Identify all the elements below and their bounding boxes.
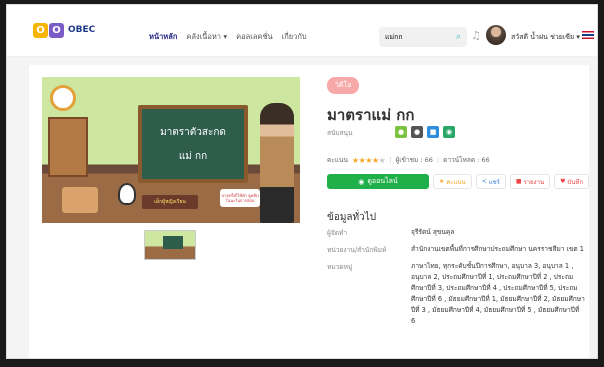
video-preview[interactable]: มาตราตัวสะกด แม่ กก เด็กผู้หญิงเรียน บาง…	[42, 77, 300, 223]
info-row: หน่วยงาน/สำนักพิมพ์ สำนักงานเขตพื้นที่กา…	[327, 244, 585, 255]
notification-bell-icon[interactable]: ♫	[471, 29, 481, 42]
platform-icons: ● ● ■ ◉	[395, 126, 455, 138]
info-table: ผู้จัดทำ จุรีรัตน์ สุขนคุล หน่วยงาน/สำนั…	[327, 227, 585, 333]
save-label: บันทึก	[567, 178, 583, 186]
share-icon: <	[481, 178, 487, 185]
chalkboard: มาตราตัวสะกด แม่ กก	[138, 105, 248, 183]
info-value: สำนักงานเขตพื้นที่การศึกษาประถมศึกษา นคร…	[411, 245, 584, 253]
rate-button[interactable]: ★ คะแนน	[433, 174, 472, 189]
clock-illustration	[50, 85, 76, 111]
browser-page: O O OBEC หน้าหลัก คลังเนื้อหา ▾ คอลเลคชั…	[6, 4, 598, 359]
user-menu[interactable]: สวัสดี น้ำฝน ช่วยเซีย ▾	[511, 32, 580, 43]
rate-label: คะแนน	[446, 178, 466, 186]
page-title: มาตราแม่ กก	[327, 106, 415, 124]
nav-about[interactable]: เกี่ยวกับ	[282, 31, 307, 43]
watch-online-label: ดูออนไลน์	[367, 177, 398, 185]
video-thumbnail[interactable]	[144, 230, 196, 260]
apple-icon: ●	[411, 126, 423, 138]
megaphone-callout: บางครั้งก็ใช้คำ ดูคลิป ในนะในการสอน	[220, 189, 260, 207]
support-label: สนับสนุน	[327, 129, 353, 137]
share-button[interactable]: < แชร์	[475, 174, 506, 189]
divider: |	[436, 156, 440, 164]
info-label: หน่วยงาน/สำนักพิมพ์	[327, 246, 387, 254]
content-area: มาตราตัวสะกด แม่ กก เด็กผู้หญิงเรียน บาง…	[7, 57, 597, 358]
action-bar: ◉ ดูออนไลน์ ★ คะแนน < แชร์ ■ รายงาน ♥ บั…	[327, 174, 589, 189]
info-label: ผู้จัดทำ	[327, 229, 348, 237]
top-navbar: O O OBEC หน้าหลัก คลังเนื้อหา ▾ คอลเลคชั…	[7, 5, 597, 57]
owl-illustration	[118, 183, 136, 205]
logo-text: OBEC	[68, 25, 96, 35]
search-box: ⌕	[379, 27, 467, 47]
chrome-icon: ◉	[443, 126, 455, 138]
info-label: หมวดหมู่	[327, 263, 353, 271]
report-button[interactable]: ■ รายงาน	[509, 174, 551, 189]
android-icon: ●	[395, 126, 407, 138]
info-row: ผู้จัดทำ จุรีรัตน์ สุขนคุล	[327, 227, 585, 238]
avatar[interactable]	[486, 25, 506, 45]
watch-online-button[interactable]: ◉ ดูออนไลน์	[327, 174, 429, 189]
main-nav: หน้าหลัก คลังเนื้อหา ▾ คอลเลคชั่น เกี่ยว…	[149, 31, 307, 43]
nav-home[interactable]: หน้าหลัก	[149, 31, 177, 43]
save-button[interactable]: ♥ บันทึก	[554, 174, 589, 189]
info-value: ภาษาไทย, ทุกระดับชั้นปีการศึกษา, อนุบาล …	[411, 262, 585, 325]
content-card: มาตราตัวสะกด แม่ กก เด็กผู้หญิงเรียน บาง…	[29, 65, 589, 358]
desk-illustration	[62, 187, 98, 213]
teacher-figure	[260, 103, 294, 223]
search-input[interactable]	[385, 33, 447, 41]
rating-label: คะแนน	[327, 156, 348, 164]
logo-mark-1: O	[33, 23, 48, 38]
info-row: หมวดหมู่ ภาษาไทย, ทุกระดับชั้นปีการศึกษา…	[327, 261, 585, 327]
video-banner: เด็กผู้หญิงเรียน	[142, 195, 198, 209]
eye-icon: ◉	[358, 177, 365, 186]
report-label: รายงาน	[523, 178, 545, 186]
board-text-line2: แม่ กก	[178, 151, 208, 162]
info-value: จุรีรัตน์ สุขนคุล	[411, 228, 455, 236]
board-text-line1: มาตราตัวสะกด	[160, 127, 226, 138]
rating-stars-icon: ★★★★★	[351, 155, 386, 165]
bookshelf-illustration	[48, 117, 88, 177]
windows-icon: ■	[427, 126, 439, 138]
views-count: ผู้เข้าชม : 66	[395, 156, 433, 164]
downloads-count: ดาวน์โหลด : 66	[443, 156, 490, 164]
search-icon[interactable]: ⌕	[456, 32, 461, 42]
star-icon: ★	[439, 178, 445, 185]
stats-row: คะแนน ★★★★★ | ผู้เข้าชม : 66 | ดาวน์โหลด…	[327, 155, 490, 165]
divider: |	[389, 156, 392, 164]
nav-collection[interactable]: คอลเลคชั่น	[236, 31, 273, 43]
heart-icon: ♥	[560, 178, 566, 185]
obec-logo[interactable]: O O OBEC	[33, 23, 95, 38]
share-label: แชร์	[488, 178, 500, 186]
type-badge: วิดีโอ	[327, 77, 360, 94]
flag-icon: ■	[515, 178, 522, 185]
section-title: ข้อมูลทั่วไป	[327, 212, 377, 223]
logo-mark-2: O	[49, 23, 64, 38]
uk-flag-icon[interactable]	[582, 31, 594, 39]
nav-library[interactable]: คลังเนื้อหา ▾	[186, 31, 227, 43]
